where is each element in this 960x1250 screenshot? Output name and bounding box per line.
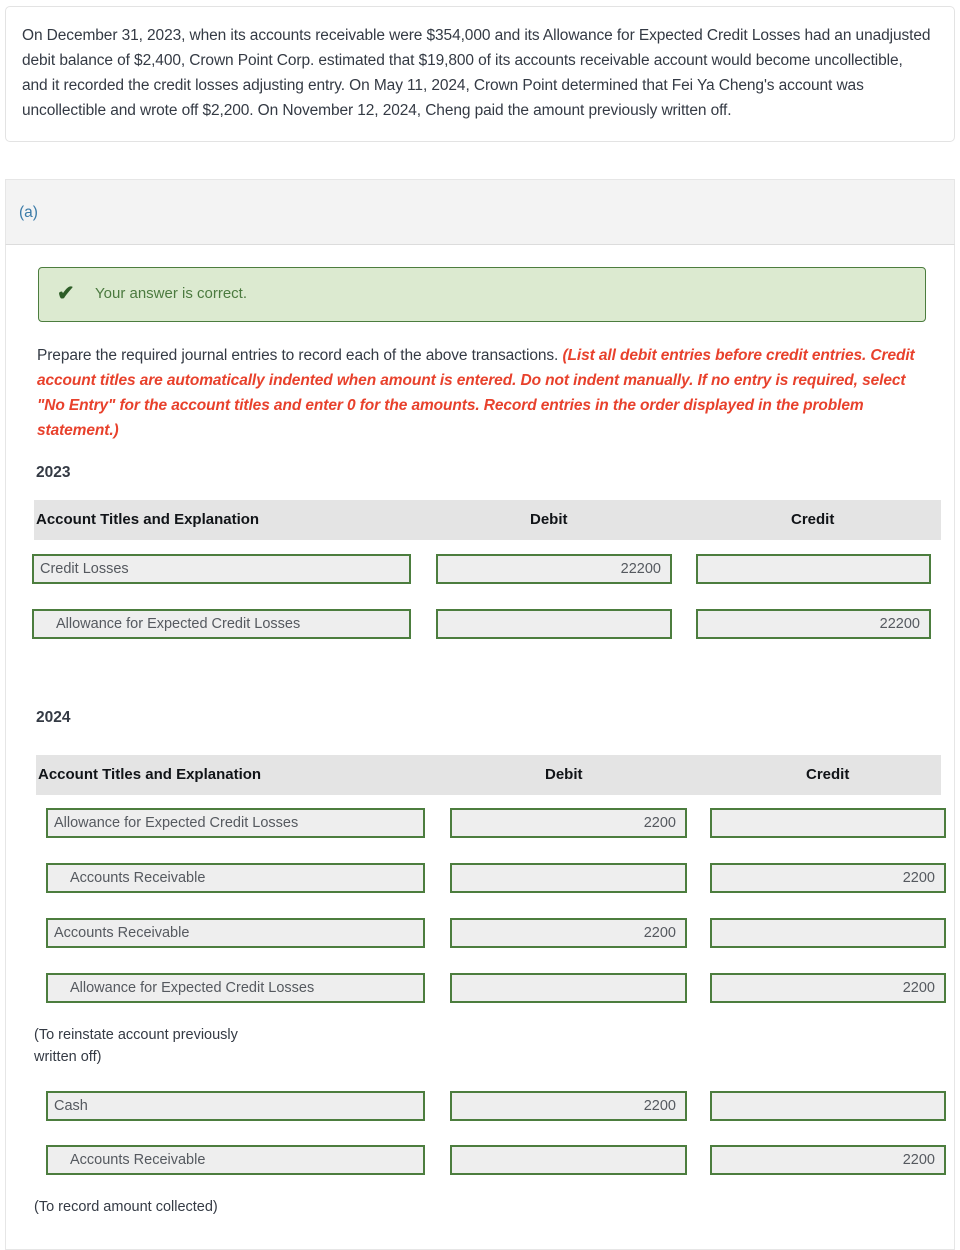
check-icon: ✔ [57,282,75,305]
debit-amount-input[interactable]: 2200 [450,918,687,948]
debit-amount-input[interactable]: 22200 [436,554,672,584]
column-header-debit: Debit [545,766,583,783]
credit-amount-input[interactable] [710,808,946,838]
account-title-input[interactable]: Allowance for Expected Credit Losses [32,609,411,639]
account-title-input[interactable]: Accounts Receivable [46,918,425,948]
problem-statement-card: On December 31, 2023, when its accounts … [5,6,955,142]
instructions-lead: Prepare the required journal entries to … [37,347,563,364]
account-title-input[interactable]: Accounts Receivable [46,863,425,893]
column-header-credit: Credit [791,511,835,528]
credit-amount-input[interactable]: 22200 [696,609,931,639]
credit-amount-input[interactable]: 2200 [710,973,946,1003]
column-header-credit: Credit [806,766,850,783]
table-header-2024: Account Titles and Explanation Debit Cre… [36,755,941,795]
debit-amount-input[interactable]: 2200 [450,808,687,838]
debit-amount-input[interactable] [450,973,687,1003]
column-header-title: Account Titles and Explanation [36,511,260,528]
problem-statement-text: On December 31, 2023, when its accounts … [22,27,931,119]
table-header-2023: Account Titles and Explanation Debit Cre… [34,500,941,540]
debit-amount-input[interactable] [450,1145,687,1175]
account-title-input[interactable]: Accounts Receivable [46,1145,425,1175]
part-body: ✔ Your answer is correct. Prepare the re… [5,245,955,1250]
credit-amount-input[interactable] [710,918,946,948]
entry-note: (To reinstate account previously written… [34,1027,238,1065]
entry-note: (To record amount collected) [34,1199,218,1215]
part-header: (a) [5,179,955,245]
account-title-input[interactable]: Allowance for Expected Credit Losses [46,808,425,838]
debit-amount-input[interactable] [436,609,672,639]
account-title-input[interactable]: Cash [46,1091,425,1121]
section-year-2024: 2024 [36,709,71,726]
credit-amount-input[interactable] [710,1091,946,1121]
section-year-2023: 2023 [36,464,71,481]
account-title-input[interactable]: Credit Losses [32,554,411,584]
debit-amount-input[interactable]: 2200 [450,1091,687,1121]
column-header-debit: Debit [530,511,568,528]
account-title-input[interactable]: Allowance for Expected Credit Losses [46,973,425,1003]
credit-amount-input[interactable]: 2200 [710,863,946,893]
exercise-page: On December 31, 2023, when its accounts … [0,0,960,1250]
debit-amount-input[interactable] [450,863,687,893]
instructions-text: Prepare the required journal entries to … [37,343,917,443]
answer-status-banner: ✔ Your answer is correct. [38,267,926,322]
column-header-title: Account Titles and Explanation [38,766,262,783]
credit-amount-input[interactable]: 2200 [710,1145,946,1175]
part-label: (a) [19,204,38,221]
credit-amount-input[interactable] [696,554,931,584]
answer-status-text: Your answer is correct. [95,285,248,302]
